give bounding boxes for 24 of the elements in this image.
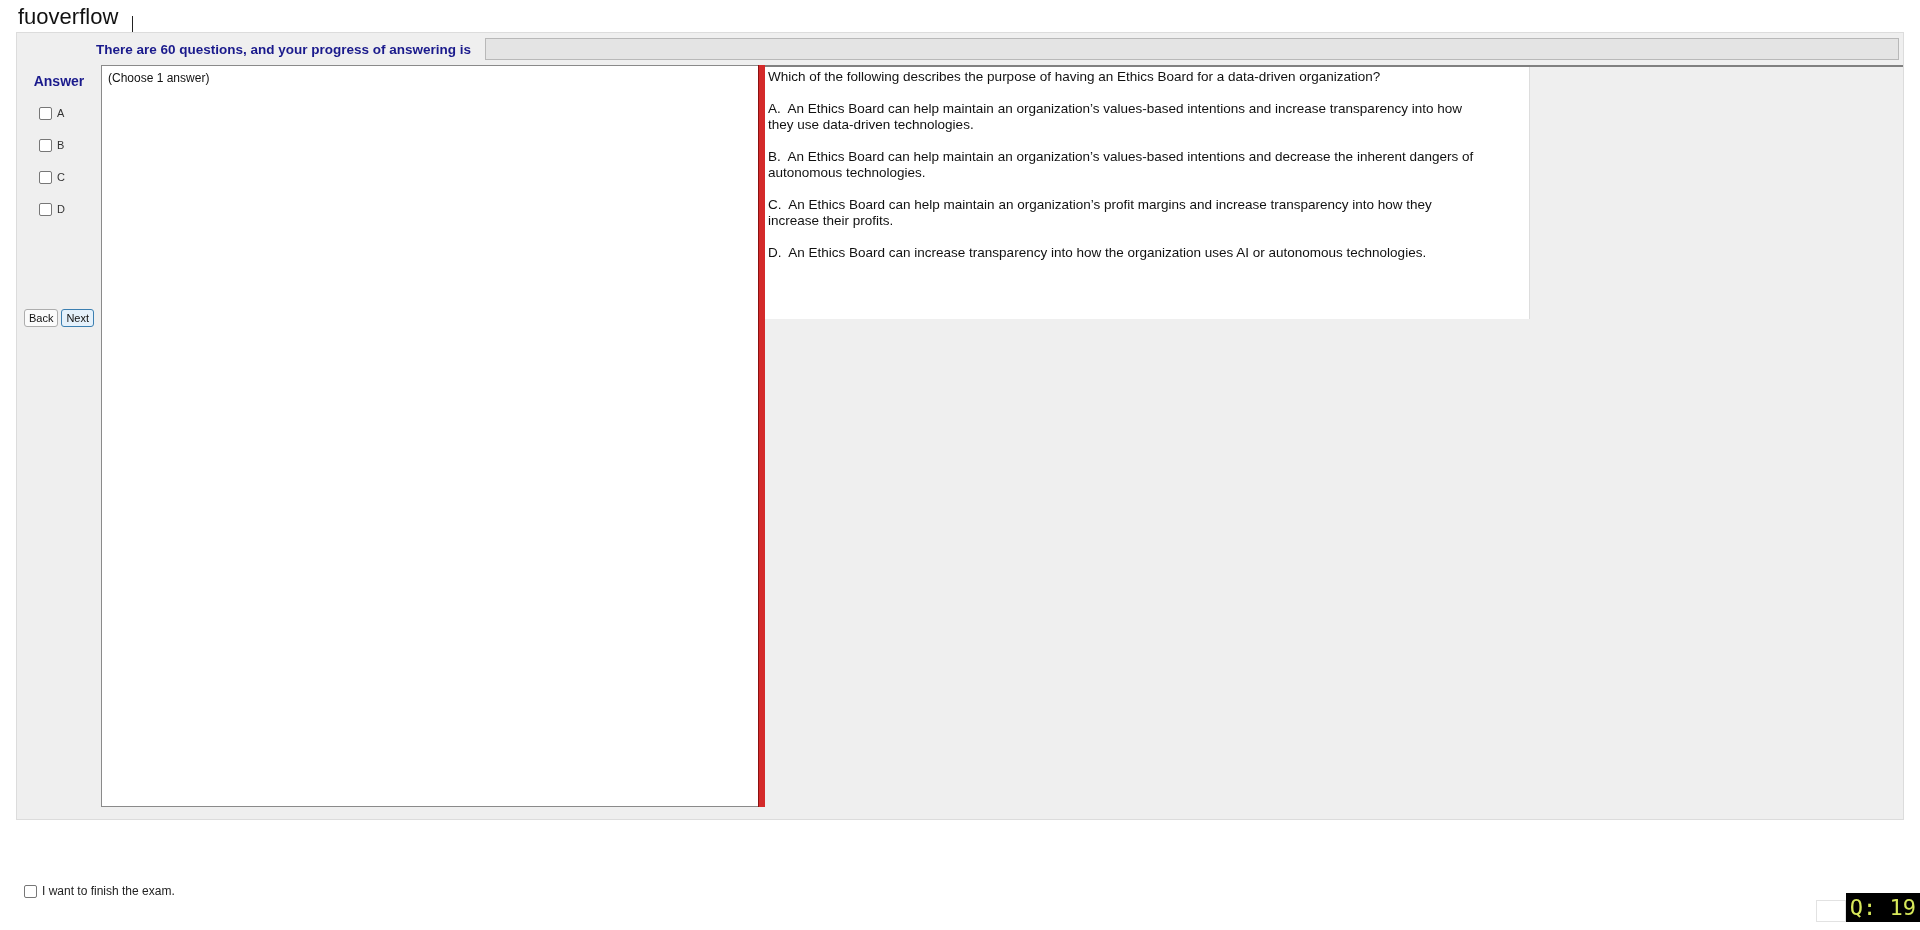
option-label: D	[57, 203, 65, 215]
question-text: Which of the following describes the purpose of having an Ethics Board for a data-driven organization?	[768, 69, 1382, 85]
choice-text: B. An Ethics Board can help maintain an organization’s values-based intentions and decrease the inherent dangers of autonomous technologies.	[768, 149, 1475, 181]
option-label: A	[57, 107, 65, 119]
next-button[interactable]: Next	[61, 309, 95, 327]
question-counter: Q: 19	[1845, 893, 1920, 922]
checkbox[interactable]	[24, 884, 37, 898]
splitter-handle[interactable]	[758, 65, 765, 807]
app-title: fuoverflow	[18, 4, 119, 30]
answer-heading: Answer	[33, 73, 85, 89]
input-field[interactable]	[1815, 900, 1846, 922]
choice-text: D. An Ethics Board can increase transparency into how the organization uses AI or autonomous technologies.	[768, 245, 1428, 261]
back-button[interactable]: Back	[23, 309, 59, 327]
finish-label: I want to finish the exam.	[42, 884, 175, 898]
answer-field[interactable]: (Choose 1 answer)	[101, 65, 758, 807]
choice-text: A. An Ethics Board can help maintain an organization’s values-based intentions and increase transparency into how they use data-driven technologies.	[768, 101, 1463, 133]
option-label: B	[57, 139, 65, 151]
progress-label: There are 60 questions, and your progress of answering is	[96, 41, 472, 57]
choice-text: C. An Ethics Board can help maintain an organization’s profit margins and increase transparency into how they increase their profits.	[768, 197, 1433, 229]
checkbox[interactable]	[39, 106, 52, 120]
checkbox[interactable]	[39, 202, 52, 216]
option-label: C	[57, 171, 65, 183]
checkbox[interactable]	[39, 170, 52, 184]
checkbox[interactable]	[39, 138, 52, 152]
